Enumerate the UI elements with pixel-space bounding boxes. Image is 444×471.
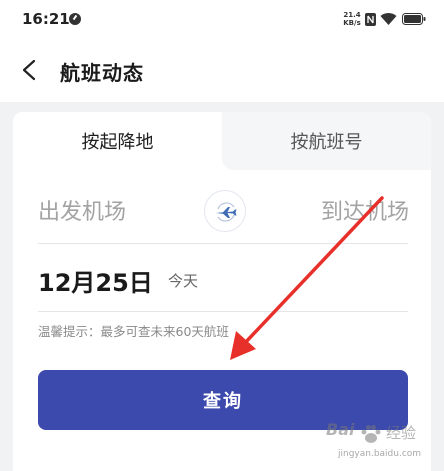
wifi-icon: [380, 12, 397, 25]
route-row: 出发机场 到达机场: [13, 182, 431, 242]
date-value[interactable]: 12月25日: [38, 263, 153, 298]
status-time: 16:21: [22, 10, 70, 28]
date-row[interactable]: 12月25日 今天: [13, 252, 431, 310]
divider: [38, 243, 408, 244]
search-mode-tabs: 按起降地 按航班号: [13, 112, 431, 170]
status-bar: 16:21 21.4 KB/s: [0, 0, 444, 40]
nfc-icon: [365, 13, 376, 26]
watermark-logo: Bai: [326, 420, 355, 439]
departure-airport-field[interactable]: 出发机场: [38, 194, 126, 226]
watermark: Bai 经验 jingyan.baidu.com: [326, 420, 442, 468]
net-speed: 21.4 KB/s: [343, 11, 361, 27]
watermark-url: jingyan.baidu.com: [338, 449, 422, 459]
tab-by-airport[interactable]: 按起降地: [13, 112, 222, 170]
tab-by-flight-number[interactable]: 按航班号: [222, 112, 431, 170]
tip-text: 温馨提示：最多可查未来60天航班: [38, 324, 229, 339]
notification-dot-icon: [69, 13, 81, 25]
net-speed-unit: KB/s: [343, 19, 361, 27]
battery-icon: [402, 13, 426, 25]
back-button[interactable]: [12, 52, 48, 88]
date-day-label: 今天: [168, 272, 199, 290]
paw-icon: [361, 425, 381, 443]
net-speed-value: 21.4: [343, 11, 361, 19]
nav-bar: 航班动态: [0, 40, 444, 102]
search-card: 按起降地 按航班号 出发机场 到达机场 12月25日 今天 温馨提示：最多可查未…: [13, 112, 431, 471]
airplane-swap-icon: [216, 202, 237, 222]
divider: [38, 311, 408, 312]
swap-airports-button[interactable]: [204, 190, 246, 232]
arrival-airport-field[interactable]: 到达机场: [321, 194, 409, 226]
watermark-text: 经验: [386, 424, 417, 442]
chevron-left-icon: [22, 59, 36, 81]
page-title: 航班动态: [60, 61, 144, 85]
